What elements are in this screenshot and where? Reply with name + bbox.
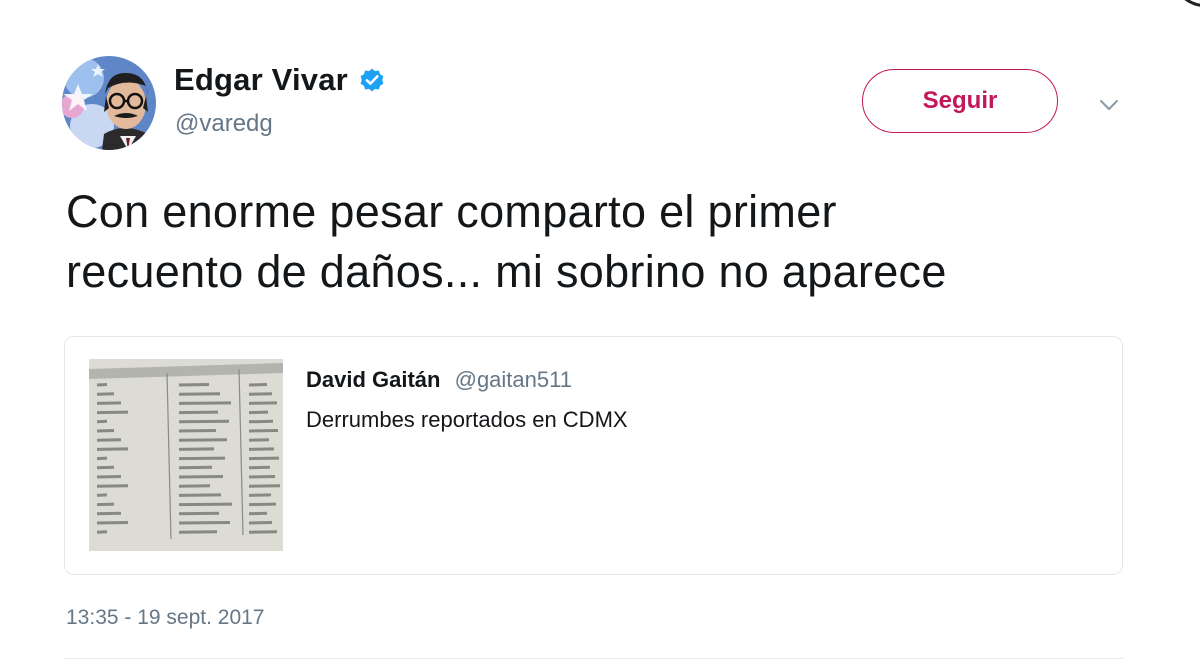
photo-text-row xyxy=(248,401,278,405)
quoted-tweet-image[interactable] xyxy=(89,359,283,551)
avatar[interactable] xyxy=(62,56,156,150)
photo-text-row xyxy=(248,419,274,424)
photo-text-row xyxy=(178,493,222,497)
photo-text-row xyxy=(248,429,279,433)
photo-text-row xyxy=(178,429,217,433)
photo-text-row xyxy=(178,456,226,461)
photo-text-row xyxy=(248,383,268,387)
photo-text-row xyxy=(96,493,108,497)
photo-text-row xyxy=(178,410,219,415)
quoted-tweet-header: David Gaitán @gaitan511 xyxy=(306,367,572,393)
photo-text-row xyxy=(96,530,108,534)
verified-badge-icon xyxy=(360,68,384,92)
photo-text-row xyxy=(248,502,277,507)
tweet-text: Con enorme pesar comparto el primer recu… xyxy=(66,182,1146,302)
quoted-author-handle: @gaitan511 xyxy=(454,367,572,392)
photo-text-row xyxy=(96,429,115,433)
photo-text-row xyxy=(178,484,211,488)
photo-text-row xyxy=(178,438,228,442)
photo-text-row xyxy=(96,447,129,451)
divider xyxy=(64,658,1124,659)
photo-text-row xyxy=(248,465,271,470)
photo-text-row xyxy=(96,438,122,442)
author-name[interactable]: Edgar Vivar xyxy=(174,62,348,98)
tweet-timestamp[interactable]: 13:35 - 19 sept. 2017 xyxy=(66,606,265,630)
quoted-tweet-card[interactable]: David Gaitán @gaitan511 Derrumbes report… xyxy=(64,336,1123,575)
author-display-name[interactable]: Edgar Vivar xyxy=(174,62,386,98)
photo-text-row xyxy=(178,447,215,451)
photo-text-row xyxy=(248,530,278,534)
photo-text-row xyxy=(178,465,213,470)
author-handle[interactable]: @varedg xyxy=(175,110,273,138)
photo-text-row xyxy=(178,475,224,479)
tweet-text-line: Con enorme pesar comparto el primer xyxy=(66,186,837,237)
photo-text-row xyxy=(248,484,281,488)
photo-text-row xyxy=(178,419,230,424)
photo-text-row xyxy=(178,502,233,507)
chevron-down-icon[interactable] xyxy=(1098,94,1120,116)
follow-button[interactable]: Seguir xyxy=(862,69,1058,133)
photo-text-row xyxy=(96,392,115,396)
photo-text-row xyxy=(178,392,221,396)
photo-text-row xyxy=(96,484,129,488)
photo-text-row xyxy=(96,511,122,516)
photo-text-row xyxy=(248,475,276,479)
photo-text-row xyxy=(178,383,210,387)
corner-decoration xyxy=(1184,0,1200,7)
tweet-text-line: recuento de daños... mi sobrino no apare… xyxy=(66,246,947,297)
photo-text-row xyxy=(248,493,272,497)
photo-text-row xyxy=(96,502,115,507)
photo-text-row xyxy=(96,410,129,415)
photo-text-row xyxy=(96,465,115,470)
photo-text-row xyxy=(96,401,122,405)
quoted-tweet-text: Derrumbes reportados en CDMX xyxy=(306,407,628,432)
photo-text-row xyxy=(96,475,122,479)
photo-text-row xyxy=(178,401,232,405)
photo-text-row xyxy=(248,521,273,525)
photo-text-row xyxy=(248,392,273,396)
photo-text-row xyxy=(248,511,268,516)
quoted-author-name: David Gaitán xyxy=(306,367,441,392)
photo-text-row xyxy=(178,511,220,516)
photo-text-row xyxy=(248,410,269,415)
photo-text-row xyxy=(248,447,275,451)
photo-text-row xyxy=(96,383,108,387)
photo-text-row xyxy=(248,438,270,442)
photo-text-row xyxy=(178,521,231,525)
photo-text-row xyxy=(96,521,129,525)
photo-text-row xyxy=(96,419,108,424)
photo-text-row xyxy=(248,456,280,461)
photo-text-row xyxy=(178,530,218,534)
photo-text-row xyxy=(96,456,108,461)
